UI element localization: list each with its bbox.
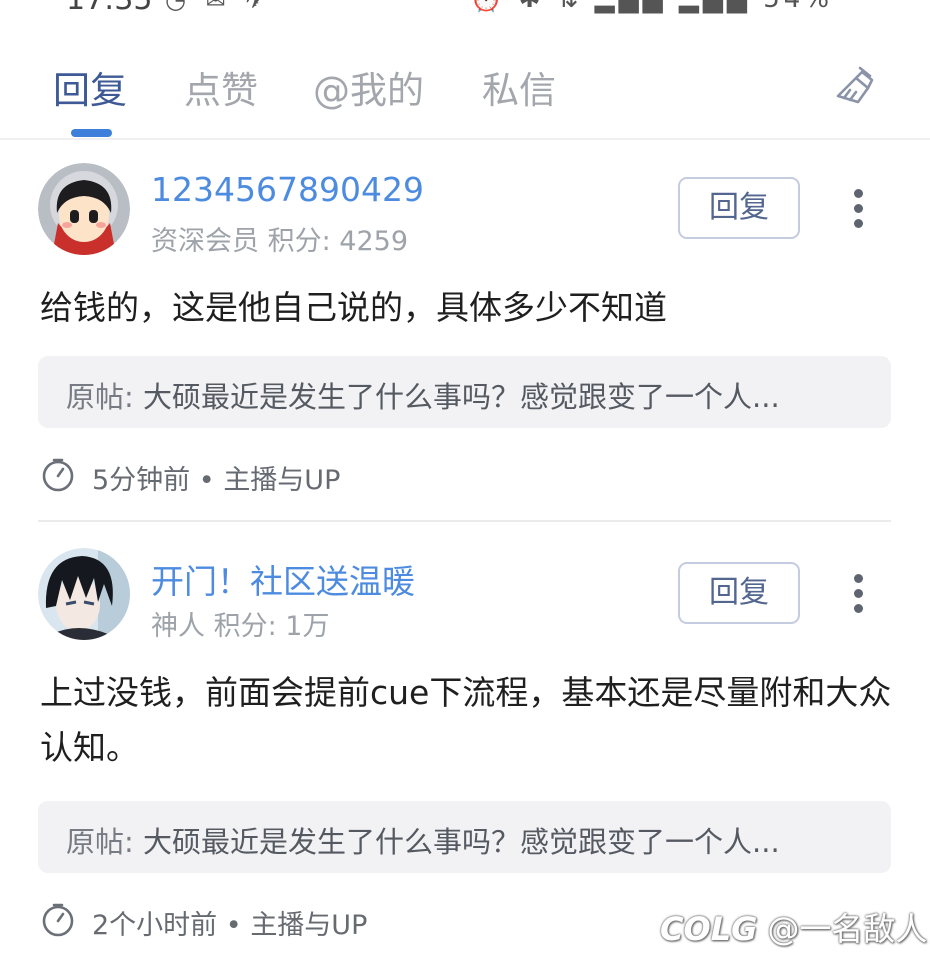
separator-dot: •	[225, 910, 242, 941]
user-meta: 神人 积分: 1万	[151, 604, 329, 643]
status-bar: 17:35 ◔ ✉ ✈ ⏰ ✱ ⇅ ▂▄▆ ▂▄▆ 54%	[0, 0, 930, 22]
post-category: 主播与UP	[250, 910, 368, 941]
user-meta: 资深会员 积分: 4259	[151, 219, 408, 258]
points-label: 积分:	[213, 611, 277, 642]
watermark: COLG @一名敌人	[660, 904, 927, 950]
status-signal-icons: ⏰ ✱ ⇅ ▂▄▆ ▂▄▆ 54%	[470, 0, 833, 14]
avatar[interactable]	[38, 163, 130, 255]
clock-icon	[42, 903, 74, 937]
watermark-text: @一名敌人	[767, 910, 928, 948]
broom-icon[interactable]	[830, 62, 878, 110]
status-time: 17:35	[66, 0, 152, 17]
reply-button[interactable]: 回复	[678, 562, 800, 624]
original-post-title: 大硕最近是发生了什么事吗？感觉跟变了一个人...	[143, 825, 780, 859]
battery-level: 54%	[763, 0, 833, 14]
original-post-label: 原帖:	[66, 825, 134, 859]
points-value: 4259	[339, 226, 409, 257]
message-tabs: 回复 点赞 @我的 私信	[0, 40, 930, 140]
points-value: 1万	[285, 611, 330, 642]
original-post-label: 原帖:	[66, 380, 134, 414]
tab-likes[interactable]: 点赞	[184, 60, 258, 114]
more-options-icon[interactable]	[846, 572, 872, 616]
user-rank: 神人	[151, 611, 205, 642]
reply-content: 给钱的，这是他自己说的，具体多少不知道	[40, 288, 667, 327]
time-ago: 5分钟前	[92, 465, 191, 496]
user-rank: 资深会员	[151, 226, 259, 257]
more-options-icon[interactable]	[846, 187, 872, 231]
original-post-quote[interactable]: 原帖: 大硕最近是发生了什么事吗？感觉跟变了一个人...	[38, 356, 891, 428]
avatar[interactable]	[38, 548, 130, 640]
reply-button[interactable]: 回复	[678, 177, 800, 239]
tab-replies[interactable]: 回复	[53, 60, 127, 114]
points-label: 积分:	[267, 226, 331, 257]
status-notification-icons: ◔ ✉ ✈	[165, 0, 272, 14]
tab-private-messages[interactable]: 私信	[482, 60, 556, 114]
active-tab-indicator	[71, 129, 112, 137]
time-ago: 2个小时前	[92, 910, 218, 941]
tab-mentions[interactable]: @我的	[313, 60, 424, 114]
post-category: 主播与UP	[223, 465, 341, 496]
clock-icon	[42, 458, 74, 492]
original-post-quote[interactable]: 原帖: 大硕最近是发生了什么事吗？感觉跟变了一个人...	[38, 801, 891, 873]
separator-dot: •	[198, 465, 215, 496]
divider	[38, 520, 891, 522]
username[interactable]: 1234567890429	[151, 170, 424, 209]
watermark-logo: COLG	[660, 910, 758, 948]
original-post-title: 大硕最近是发生了什么事吗？感觉跟变了一个人...	[143, 380, 780, 414]
username[interactable]: 开门！社区送温暖	[151, 555, 415, 603]
reply-content: 上过没钱，前面会提前cue下流程，基本还是尽量附和大众认知。	[40, 673, 892, 767]
